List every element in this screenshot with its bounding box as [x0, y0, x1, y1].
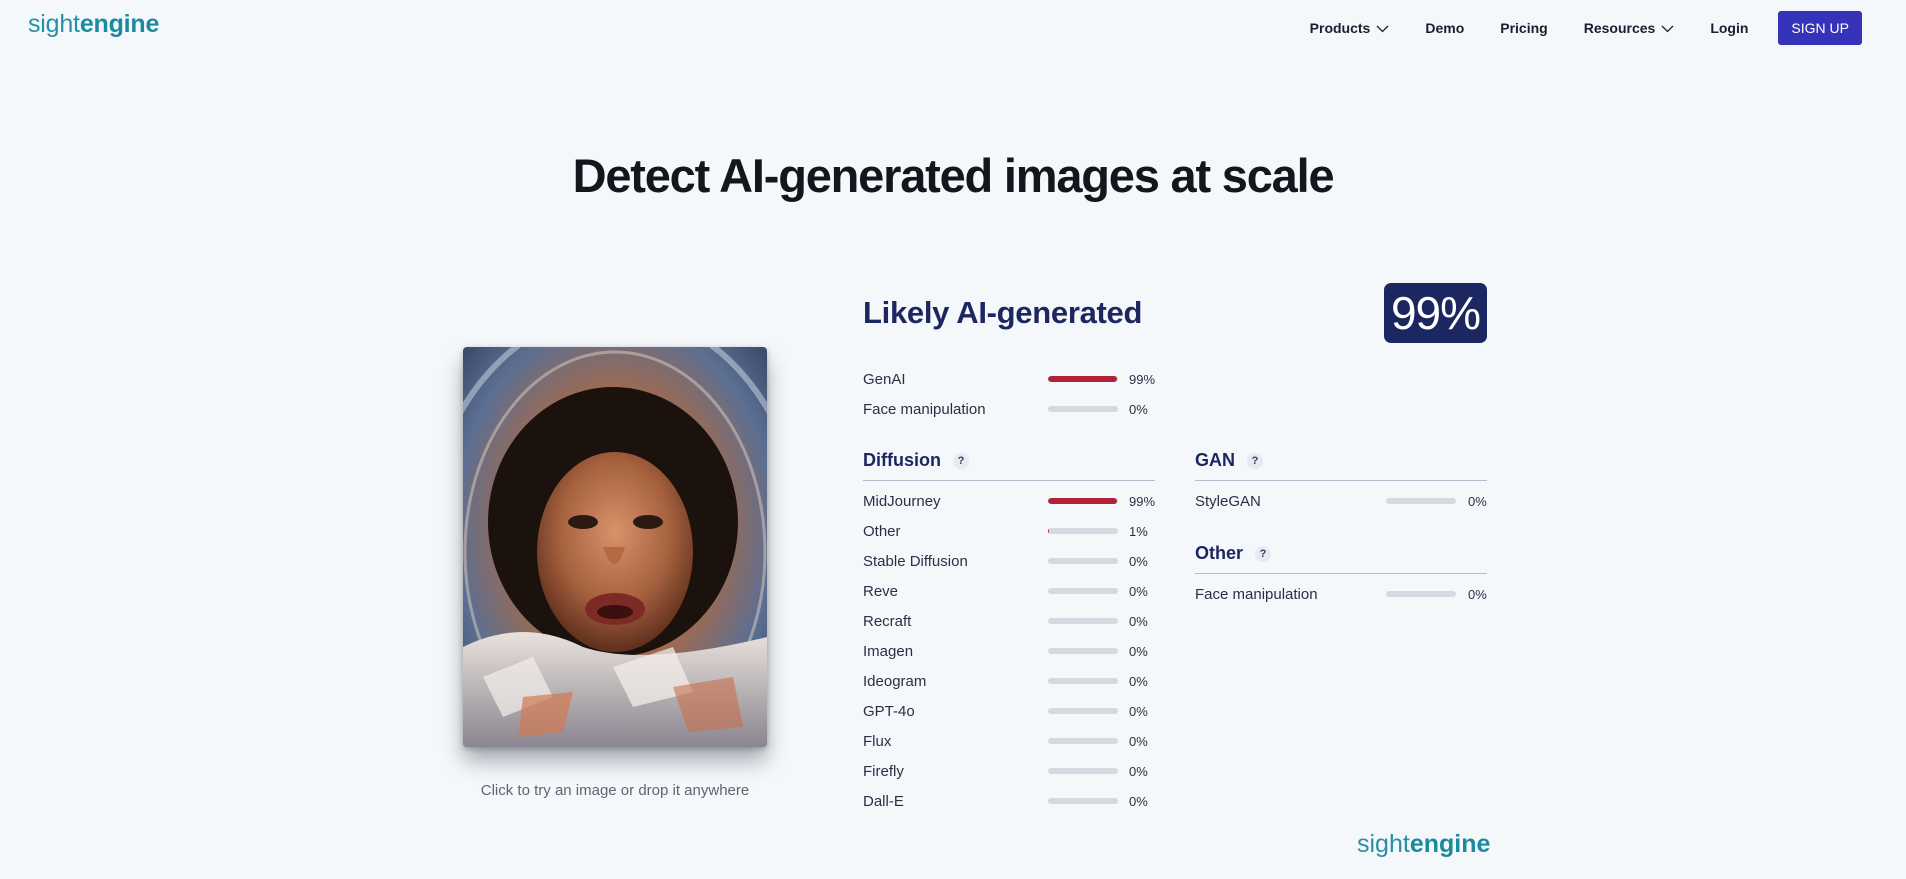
divider: [1195, 573, 1487, 574]
other-section-title: Other ?: [1195, 543, 1272, 564]
score-bar: [1048, 648, 1118, 654]
score-label: Stable Diffusion: [863, 552, 968, 570]
help-icon[interactable]: ?: [1247, 452, 1263, 469]
score-row: Dall-E 0%: [863, 791, 1163, 811]
score-bar: [1048, 738, 1118, 744]
score-percent: 0%: [1129, 703, 1148, 719]
score-row-face-manipulation: Face manipulation 0%: [863, 399, 1163, 419]
nav-resources-label: Resources: [1583, 20, 1656, 36]
score-percent: 0%: [1129, 553, 1148, 569]
score-label: Face manipulation: [863, 400, 986, 418]
score-row-other-face-manipulation: Face manipulation 0%: [1195, 584, 1495, 604]
score-label: Dall-E: [863, 792, 904, 810]
score-row: Recraft 0%: [863, 611, 1163, 631]
diffusion-title-text: Diffusion: [863, 450, 941, 470]
score-row: GPT-4o 0%: [863, 701, 1163, 721]
score-label: MidJourney: [863, 492, 941, 510]
score-percent: 0%: [1468, 586, 1487, 602]
score-percent: 1%: [1129, 523, 1148, 539]
nav-products[interactable]: Products: [1310, 20, 1390, 36]
score-bar: [1048, 406, 1118, 412]
gan-title-text: GAN: [1195, 450, 1235, 470]
score-row: Stable Diffusion 0%: [863, 551, 1163, 571]
score-row: Firefly 0%: [863, 761, 1163, 781]
score-percent: 0%: [1129, 613, 1148, 629]
score-row: Imagen 0%: [863, 641, 1163, 661]
score-label: Recraft: [863, 612, 912, 630]
sample-image[interactable]: [463, 347, 767, 747]
score-percent: 0%: [1129, 733, 1148, 749]
main-nav: Products Demo Pricing Resources Login SI…: [1274, 11, 1862, 45]
score-bar: [1048, 558, 1118, 564]
top-bar: sightengine Products Demo Pricing Resour…: [0, 0, 1906, 56]
score-bar: [1048, 498, 1118, 504]
score-percent: 0%: [1129, 401, 1148, 417]
score-row-stylegan: StyleGAN 0%: [1195, 491, 1495, 511]
score-label: Other: [863, 522, 901, 540]
score-bar: [1048, 768, 1118, 774]
score-bar-fill: [1048, 376, 1118, 382]
chevron-down-icon: [1376, 22, 1389, 35]
score-label: GPT-4o: [863, 702, 915, 720]
score-bar: [1048, 528, 1118, 534]
score-bar: [1048, 708, 1118, 714]
score-label: Firefly: [863, 762, 904, 780]
score-label: Flux: [863, 732, 892, 750]
score-label: StyleGAN: [1195, 492, 1261, 510]
other-title-text: Other: [1195, 543, 1244, 563]
nav-demo[interactable]: Demo: [1425, 20, 1464, 36]
nav-login[interactable]: Login: [1710, 20, 1748, 36]
score-badge: 99%: [1384, 283, 1487, 343]
help-icon[interactable]: ?: [953, 452, 969, 469]
score-percent: 0%: [1129, 583, 1148, 599]
score-percent: 0%: [1468, 493, 1487, 509]
score-label: Reve: [863, 582, 899, 600]
diffusion-section-title: Diffusion ?: [863, 450, 969, 471]
score-bar: [1386, 591, 1456, 597]
score-percent: 0%: [1129, 763, 1148, 779]
score-percent: 99%: [1129, 371, 1156, 387]
divider: [1195, 480, 1487, 481]
score-bar-fill: [1048, 498, 1118, 504]
score-bar: [1048, 618, 1118, 624]
score-percent: 99%: [1129, 493, 1156, 509]
score-row: Flux 0%: [863, 731, 1163, 751]
score-bar: [1386, 498, 1456, 504]
chevron-down-icon: [1661, 22, 1674, 35]
score-row: Reve 0%: [863, 581, 1163, 601]
score-bar: [1048, 678, 1118, 684]
gan-section-title: GAN ?: [1195, 450, 1263, 471]
footer-logo[interactable]: sightengine: [1357, 830, 1490, 859]
sightengine-logo[interactable]: sightengine: [28, 10, 159, 39]
score-row: Ideogram 0%: [863, 671, 1163, 691]
score-row-genai: GenAI 99%: [863, 369, 1163, 389]
nav-pricing[interactable]: Pricing: [1500, 20, 1547, 36]
sample-photo-illustration: [463, 347, 767, 747]
score-label: Imagen: [863, 642, 914, 660]
nav-products-label: Products: [1309, 20, 1371, 36]
score-label: Ideogram: [863, 672, 927, 690]
score-row: Other 1%: [863, 521, 1163, 541]
page-title: Detect AI-generated images at scale: [572, 149, 1335, 202]
help-icon[interactable]: ?: [1255, 545, 1272, 562]
upload-caption[interactable]: Click to try an image or drop it anywher…: [463, 782, 767, 799]
score-bar: [1048, 376, 1118, 382]
nav-resources[interactable]: Resources: [1584, 20, 1675, 36]
score-label: GenAI: [863, 370, 906, 388]
score-label: Face manipulation: [1195, 585, 1318, 603]
divider: [863, 480, 1155, 481]
score-percent: 0%: [1129, 793, 1148, 809]
signup-button[interactable]: SIGN UP: [1778, 11, 1862, 45]
score-bar-fill: [1048, 528, 1049, 534]
score-percent: 0%: [1129, 643, 1148, 659]
score-percent: 0%: [1129, 673, 1148, 689]
score-bar: [1048, 798, 1118, 804]
score-bar: [1048, 588, 1118, 594]
score-row: MidJourney 99%: [863, 491, 1163, 511]
verdict-title: Likely AI-generated: [863, 295, 1143, 330]
